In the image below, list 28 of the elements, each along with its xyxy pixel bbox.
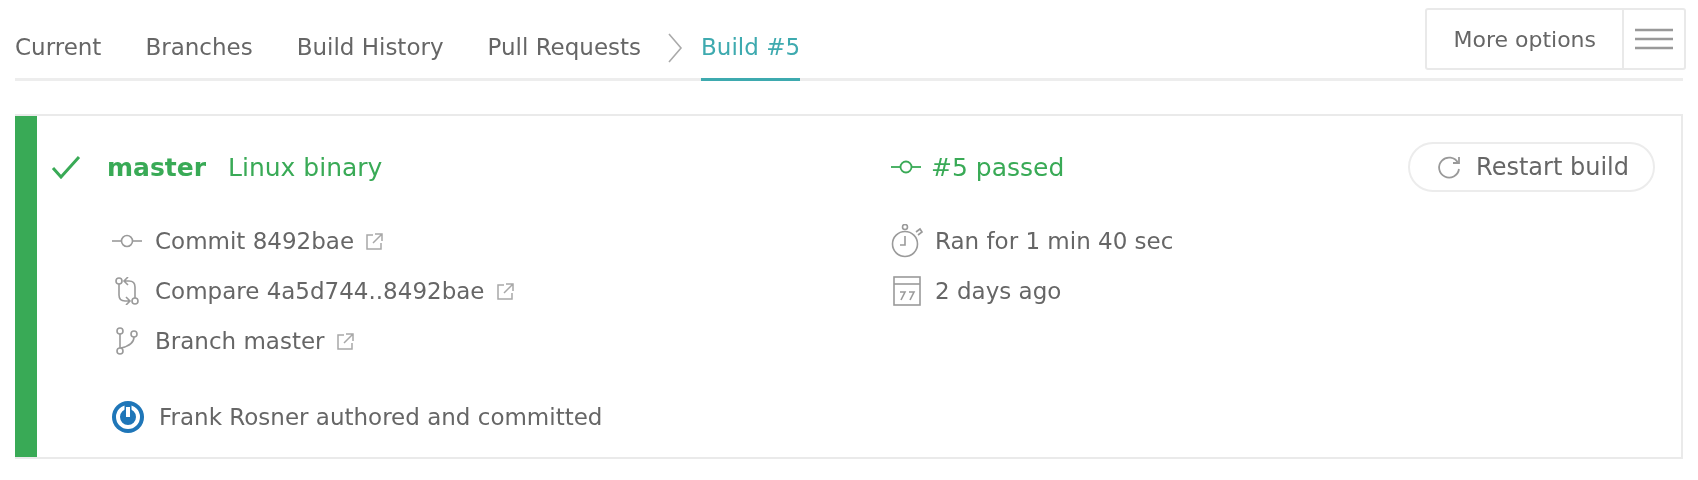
refresh-icon (1436, 154, 1463, 180)
job-name: Linux binary (228, 152, 383, 182)
calendar-icon (893, 276, 921, 306)
restart-build-button[interactable]: Restart build (1408, 142, 1655, 192)
commit-icon (891, 160, 921, 174)
menu-icon (1635, 28, 1673, 50)
detail-link[interactable]: Compare 4a5d744..8492bae (155, 278, 485, 304)
detail-link[interactable]: Branch master (155, 328, 325, 354)
nav-tab[interactable]: Build History (296, 18, 444, 81)
external-link-icon[interactable] (366, 232, 384, 250)
nav-tab[interactable]: Current (15, 18, 102, 81)
build-status: #5 passed (931, 152, 1065, 182)
timing-text: Ran for 1 min 40 sec (935, 228, 1174, 254)
nav-tab[interactable]: Branches (145, 18, 253, 81)
branch-icon (115, 327, 139, 355)
author-text: Frank Rosner authored and committed (159, 404, 603, 430)
stopwatch-icon (891, 224, 923, 258)
branch-name[interactable]: master (107, 152, 207, 182)
external-link-icon[interactable] (496, 282, 514, 300)
timing-text: 2 days ago (935, 278, 1062, 304)
nav-tab[interactable]: Pull Requests (487, 18, 642, 81)
external-link-icon[interactable] (336, 332, 354, 350)
detail-link[interactable]: Commit 8492bae (155, 228, 355, 254)
check-icon (51, 155, 81, 179)
compare-icon (114, 277, 140, 305)
commit-icon (112, 234, 142, 248)
avatar-icon (111, 400, 145, 434)
chevron-right-icon (667, 32, 684, 64)
